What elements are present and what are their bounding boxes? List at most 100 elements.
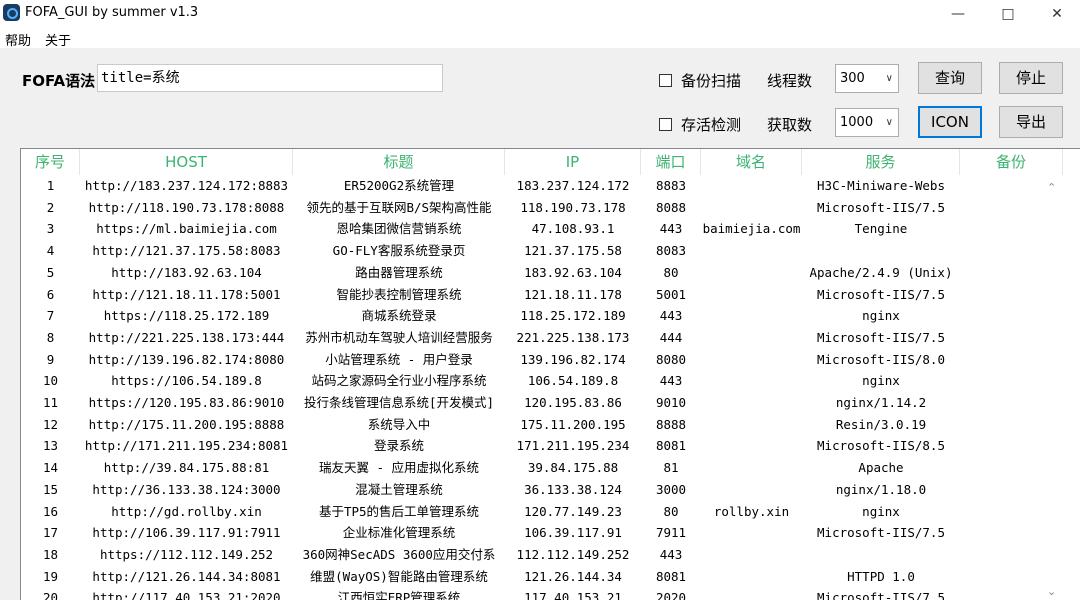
table-row[interactable]: 1 http://183.237.124.172:8883 ER5200G2系统管理… xyxy=(21,175,1063,197)
table-row[interactable]: 8 http://221.225.138.173:444 苏州市机动车驾驶人培训经营… xyxy=(21,327,1063,349)
cell-title: 站码之家源码全行业小程序系统 xyxy=(311,373,487,389)
cell-service xyxy=(802,240,960,262)
menu-help[interactable]: 帮助 xyxy=(5,30,31,49)
title-bar: FOFA_GUI by summer v1.3 — □ ✕ xyxy=(0,0,1080,28)
cell-title: 商城系统登录 xyxy=(361,308,437,324)
cell-domain xyxy=(701,262,802,284)
table-row[interactable]: 20 http://117.40.153.21:2020 江西恒实ERP管理系统 11… xyxy=(21,587,1063,600)
column-header-title[interactable]: 标题 xyxy=(293,149,505,175)
cell-title: 智能抄表控制管理系统 xyxy=(336,286,462,302)
cell-title: 恩哈集团微信营销系统 xyxy=(336,221,462,237)
table-row[interactable]: 6 http://121.18.11.178:5001 智能抄表控制管理系统 121.… xyxy=(21,284,1063,306)
cell-ip: 171.211.195.234 xyxy=(516,438,630,454)
stop-button[interactable]: 停止 xyxy=(999,62,1063,94)
table-row[interactable]: 2 http://118.190.73.178:8088 领先的基于互联网B/S架构… xyxy=(21,197,1063,219)
cell-service: Microsoft-IIS/8.0 xyxy=(817,351,945,367)
cell-index: 10 xyxy=(42,373,59,389)
column-header-ip[interactable]: IP xyxy=(505,149,641,175)
threads-select[interactable]: 300 ∨ xyxy=(835,64,899,93)
cell-domain: rollby.xin xyxy=(713,503,790,519)
cell-port: 443 xyxy=(659,373,683,389)
export-button[interactable]: 导出 xyxy=(999,106,1063,138)
cell-title: 小站管理系统 - 用户登录 xyxy=(325,351,473,367)
cell-index: 17 xyxy=(42,525,59,541)
menu-about[interactable]: 关于 xyxy=(45,30,71,49)
fetch-count-value: 1000 xyxy=(840,115,874,130)
table-row[interactable]: 4 http://121.37.175.58:8083 GO-FLY客服系统登录页 1… xyxy=(21,240,1063,262)
table-row[interactable]: 10 https://106.54.189.8 站码之家源码全行业小程序系统 106.… xyxy=(21,370,1063,392)
column-header-port[interactable]: 端口 xyxy=(641,149,701,175)
cell-service: Microsoft-IIS/7.5 xyxy=(817,590,945,600)
table-row[interactable]: 16 http://gd.rollby.xin 基于TP5的售后工单管理系统 120.… xyxy=(21,501,1063,523)
table-row[interactable]: 18 https://112.112.149.252 360网神SecADS 360… xyxy=(21,544,1063,566)
cell-ip: 120.77.149.23 xyxy=(524,503,622,519)
cell-service: Resin/3.0.19 xyxy=(835,416,927,432)
maximize-icon[interactable]: □ xyxy=(985,0,1031,28)
table-row[interactable]: 11 https://120.195.83.86:9010 投行条线管理信息系统[开… xyxy=(21,392,1063,414)
cell-backup xyxy=(960,240,1063,262)
cell-port: 8083 xyxy=(655,243,687,259)
cell-port: 443 xyxy=(659,546,683,562)
table-row[interactable]: 15 http://36.133.38.124:3000 混凝土管理系统 36.133… xyxy=(21,479,1063,501)
alive-check-label: 存活检测 xyxy=(681,116,742,134)
close-icon[interactable]: ✕ xyxy=(1034,0,1080,28)
cell-ip: 112.112.149.252 xyxy=(516,546,630,562)
cell-title: ER5200G2系统管理 xyxy=(343,178,455,193)
column-header-service[interactable]: 服务 xyxy=(802,149,960,175)
table-row[interactable]: 19 http://121.26.144.34:8081 维盟(WayOS)智能路由… xyxy=(21,566,1063,588)
backup-scan-checkbox[interactable] xyxy=(659,74,672,87)
cell-index: 14 xyxy=(42,460,59,476)
cell-service: nginx xyxy=(862,308,900,324)
cell-backup xyxy=(960,479,1063,501)
cell-service: Microsoft-IIS/7.5 xyxy=(817,199,945,215)
alive-check-checkbox[interactable] xyxy=(659,118,672,131)
cell-service: Apache xyxy=(858,460,904,476)
column-header-host[interactable]: HOST xyxy=(80,149,293,175)
cell-ip: 175.11.200.195 xyxy=(520,416,626,432)
icon-button[interactable]: ICON xyxy=(918,106,982,138)
cell-index: 16 xyxy=(42,503,59,519)
chevron-down-icon: ∨ xyxy=(885,73,893,84)
minimize-icon[interactable]: — xyxy=(935,0,981,28)
table-row[interactable]: 7 https://118.25.172.189 商城系统登录 118.25.172.… xyxy=(21,305,1063,327)
cell-host: http://gd.rollby.xin xyxy=(111,503,262,519)
scroll-up-icon[interactable]: ⌃ xyxy=(1047,181,1056,194)
cell-domain xyxy=(701,327,802,349)
table-row[interactable]: 5 http://183.92.63.104 路由器管理系统 183.92.63.10… xyxy=(21,262,1063,284)
table-row[interactable]: 13 http://171.211.195.234:8081 登录系统 171.211… xyxy=(21,435,1063,457)
fofa-query-input[interactable]: title=系统 xyxy=(97,64,443,92)
query-button[interactable]: 查询 xyxy=(918,62,982,94)
results-table[interactable]: 序号 HOST 标题 IP 端口 域名 服务 备份 1 http://183.23… xyxy=(20,148,1080,600)
column-header-index[interactable]: 序号 xyxy=(21,149,80,175)
cell-domain xyxy=(701,392,802,414)
table-row[interactable]: 17 http://106.39.117.91:7911 企业标准化管理系统 106.… xyxy=(21,522,1063,544)
cell-backup xyxy=(960,197,1063,219)
table-row[interactable]: 12 http://175.11.200.195:8888 系统导入中 175.11.… xyxy=(21,414,1063,436)
cell-index: 13 xyxy=(42,438,59,454)
cell-service: nginx xyxy=(862,373,900,389)
cell-service: Microsoft-IIS/7.5 xyxy=(817,286,945,302)
cell-index: 20 xyxy=(42,590,59,600)
cell-port: 8081 xyxy=(655,568,687,584)
cell-service: nginx/1.18.0 xyxy=(835,481,927,497)
cell-title: 混凝土管理系统 xyxy=(355,481,443,497)
window-title: FOFA_GUI by summer v1.3 xyxy=(25,5,199,20)
cell-index: 9 xyxy=(46,351,55,367)
column-header-domain[interactable]: 域名 xyxy=(701,149,802,175)
cell-port: 80 xyxy=(663,264,679,280)
cell-domain xyxy=(701,457,802,479)
cell-domain xyxy=(701,240,802,262)
cell-host: http://121.26.144.34:8081 xyxy=(92,568,281,584)
table-row[interactable]: 3 https://ml.baimiejia.com 恩哈集团微信营销系统 47.10… xyxy=(21,218,1063,240)
cell-backup xyxy=(960,262,1063,284)
fetch-count-select[interactable]: 1000 ∨ xyxy=(835,108,899,137)
cell-index: 8 xyxy=(46,329,55,345)
cell-title: 登录系统 xyxy=(373,438,424,454)
table-row[interactable]: 9 http://139.196.82.174:8080 小站管理系统 - 用户登录… xyxy=(21,349,1063,371)
table-row[interactable]: 14 http://39.84.175.88:81 瑞友天翼 - 应用虚拟化系统 39… xyxy=(21,457,1063,479)
column-header-backup[interactable]: 备份 xyxy=(960,149,1063,175)
threads-value: 300 xyxy=(840,71,865,86)
cell-title: 投行条线管理信息系统[开发模式] xyxy=(303,395,495,410)
scroll-down-icon[interactable]: ⌄ xyxy=(1047,585,1056,598)
cell-ip: 121.26.144.34 xyxy=(524,568,622,584)
